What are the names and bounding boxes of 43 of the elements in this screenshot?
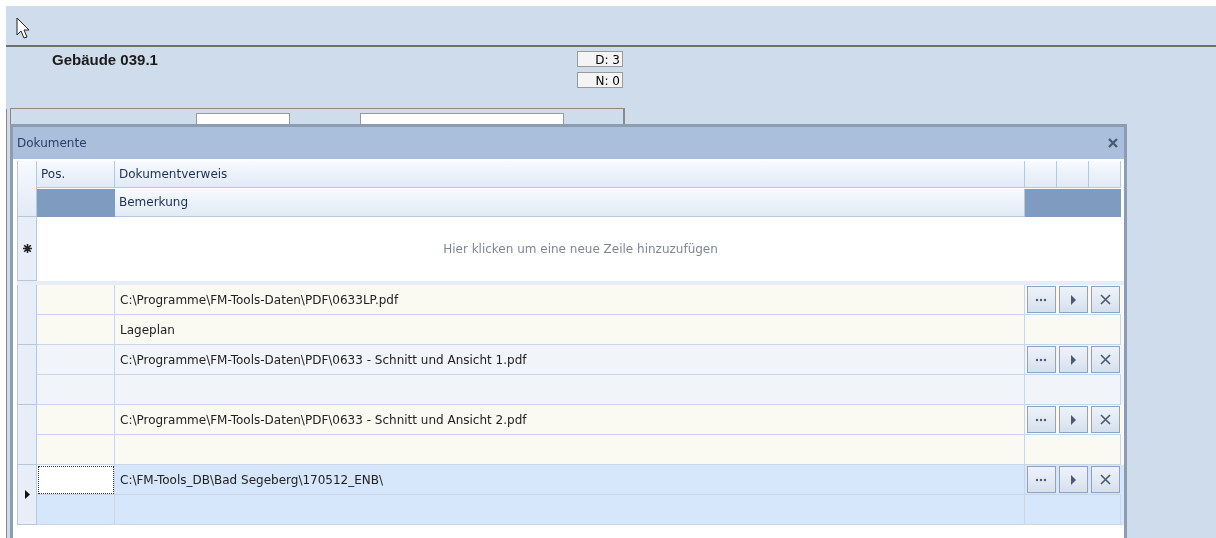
column-header[interactable]: [1025, 161, 1057, 188]
table-row[interactable]: C:\Programme\FM-Tools-Daten\PDF\0633LP.pdf Lageplan: [17, 285, 1124, 345]
column-header[interactable]: Dokumentverweis: [115, 161, 1025, 188]
mouse-pointer-icon: [16, 17, 30, 39]
play-icon: [1069, 354, 1077, 365]
play-icon: [1069, 294, 1077, 305]
column-header[interactable]: Bemerkung: [115, 188, 1025, 217]
close-icon: [1099, 354, 1111, 365]
play-icon: [1069, 474, 1077, 485]
open-button[interactable]: [1058, 466, 1088, 493]
table-cell[interactable]: [37, 285, 115, 315]
counter-badge: D: 3: [577, 51, 623, 67]
table-cell: C:\Programme\FM-Tools-Daten\PDF\0633 - Schnitt und Ansicht 2.pdf: [115, 405, 1025, 435]
table-row[interactable]: C:\Programme\FM-Tools-Daten\PDF\0633 - Schnitt und Ansicht 2.pdf: [17, 405, 1124, 465]
open-button[interactable]: [1058, 406, 1088, 433]
open-button[interactable]: [1058, 346, 1088, 373]
close-icon: [1099, 294, 1111, 305]
asterisk-icon: [22, 244, 32, 253]
column-header[interactable]: [1057, 161, 1089, 188]
table-cell: C:\Programme\FM-Tools-Daten\PDF\0633LP.pdf: [115, 285, 1025, 315]
new-row-hint[interactable]: Hier klicken um eine neue Zeile hinzuzufügen: [37, 217, 1124, 281]
column-header[interactable]: Pos.: [37, 161, 115, 188]
play-icon: [1069, 414, 1077, 425]
table-cell: C:\FM-Tools_DB\Bad Segeberg\170512_ENB\: [115, 465, 1025, 495]
table-cell: C:\Programme\FM-Tools-Daten\PDF\0633 - Schnitt und Ansicht 1.pdf: [115, 345, 1025, 375]
table-row[interactable]: C:\Programme\FM-Tools-Daten\PDF\0633 - Schnitt und Ansicht 1.pdf: [17, 345, 1124, 405]
building-title: Gebäude 039.1: [52, 51, 159, 70]
table-cell[interactable]: [37, 465, 115, 495]
table-cell[interactable]: [37, 405, 115, 435]
delete-button[interactable]: [1090, 346, 1120, 373]
delete-button[interactable]: [1090, 406, 1120, 433]
delete-button[interactable]: [1090, 466, 1120, 493]
counter-badge: N: 0: [577, 72, 623, 88]
current-row-icon: [24, 490, 30, 499]
open-button[interactable]: [1058, 286, 1088, 313]
column-header[interactable]: [1089, 161, 1121, 188]
dialog-title: Dokumente: [17, 136, 87, 150]
delete-button[interactable]: [1090, 286, 1120, 313]
close-icon: [1099, 474, 1111, 485]
close-icon[interactable]: [1108, 138, 1118, 148]
close-icon: [1099, 414, 1111, 425]
table-row[interactable]: C:\FM-Tools_DB\Bad Segeberg\170512_ENB\: [17, 465, 1124, 525]
table-cell[interactable]: [37, 345, 115, 375]
